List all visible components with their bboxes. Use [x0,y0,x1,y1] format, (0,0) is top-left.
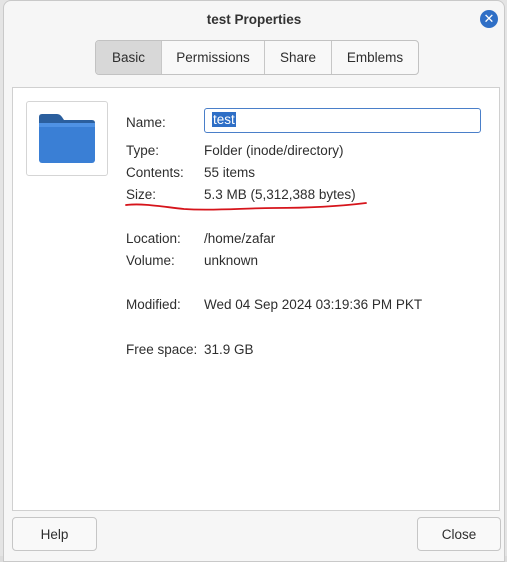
location-label: Location: [126,231,181,246]
tab-share[interactable]: Share [265,41,332,74]
volume-value: unknown [204,253,259,268]
basic-panel: Name: test Type: Folder (inode/directory… [12,87,500,511]
help-button[interactable]: Help [12,517,97,551]
tab-basic[interactable]: Basic [96,41,162,74]
free-space-value: 31.9 GB [204,342,254,357]
dialog-title: test Properties [206,12,302,27]
tab-permissions[interactable]: Permissions [162,41,265,74]
contents-value: 55 items [204,165,256,180]
tab-bar: Basic Permissions Share Emblems [95,40,419,75]
folder-icon [39,114,95,163]
properties-dialog: test Properties ✕ Basic Permissions Shar… [3,0,505,562]
close-button[interactable]: Close [417,517,501,551]
name-label: Name: [126,115,166,130]
red-underline-annotation [125,202,367,211]
volume-label: Volume: [126,253,175,268]
folder-icon-box[interactable] [26,101,108,176]
close-icon[interactable]: ✕ [480,10,498,28]
type-value: Folder (inode/directory) [204,143,344,158]
location-value: /home/zafar [204,231,276,246]
modified-value: Wed 04 Sep 2024 03:19:36 PM PKT [204,297,423,312]
free-space-label: Free space: [126,342,198,357]
title-bar: test Properties ✕ [4,1,504,37]
name-field[interactable]: test [204,108,481,133]
type-label: Type: [126,143,160,158]
name-field-value: test [212,112,236,127]
contents-label: Contents: [126,165,184,180]
modified-label: Modified: [126,297,181,312]
tab-emblems[interactable]: Emblems [332,41,418,74]
